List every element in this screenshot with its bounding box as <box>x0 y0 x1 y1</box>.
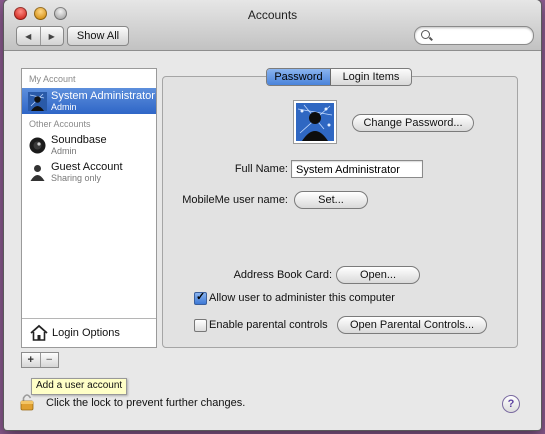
search-icon <box>421 30 430 39</box>
open-parental-controls-button[interactable]: Open Parental Controls... <box>337 316 487 334</box>
forward-button[interactable]: ▶ <box>39 27 64 45</box>
admin-user-icon <box>28 92 47 111</box>
search-field[interactable] <box>414 26 534 45</box>
help-button[interactable]: ? <box>502 395 520 413</box>
full-name-label: Full Name: <box>234 163 288 175</box>
accounts-list: My Account System Administrator Admin Ot… <box>21 68 157 348</box>
remove-account-button[interactable]: − <box>39 353 59 367</box>
other-accounts-heading: Other Accounts <box>29 119 91 129</box>
login-options-label: Login Options <box>52 327 120 339</box>
add-account-button[interactable]: + <box>22 353 40 367</box>
window-title: Accounts <box>247 8 298 22</box>
tab-login-items[interactable]: Login Items <box>331 69 411 85</box>
allow-admin-checkbox[interactable] <box>194 290 207 305</box>
soundbase-icon <box>29 137 46 154</box>
lock-message: Click the lock to prevent further change… <box>46 397 246 409</box>
house-icon <box>30 324 48 341</box>
parental-controls-label: Enable parental controls <box>209 319 328 331</box>
account-name: System Administrator <box>51 90 155 102</box>
back-forward-control: ◀ ▶ <box>16 26 64 46</box>
account-item-soundbase[interactable]: Soundbase Admin <box>22 132 156 158</box>
open-address-book-button[interactable]: Open... <box>336 266 420 284</box>
user-picture[interactable] <box>293 100 337 144</box>
allow-admin-label: Allow user to administer this computer <box>209 292 395 304</box>
mobileme-label: MobileMe user name: <box>182 194 288 206</box>
tab-password[interactable]: Password <box>267 69 331 85</box>
my-account-heading: My Account <box>29 74 76 84</box>
set-mobileme-button[interactable]: Set... <box>294 191 368 209</box>
account-item-system-administrator[interactable]: System Administrator Admin <box>22 88 156 114</box>
add-remove-control: + − <box>21 352 59 368</box>
account-role: Admin <box>51 146 77 156</box>
title-bar: Accounts ◀ ▶ Show All <box>4 0 541 51</box>
change-password-button[interactable]: Change Password... <box>352 114 474 132</box>
user-picture-icon <box>296 103 334 141</box>
back-button[interactable]: ◀ <box>17 27 40 45</box>
guest-user-icon <box>30 165 45 181</box>
account-role: Admin <box>51 102 77 112</box>
full-name-field[interactable] <box>291 160 424 178</box>
add-account-tooltip: Add a user account <box>31 378 128 395</box>
detail-tabs: Password Login Items <box>266 68 412 86</box>
account-item-guest[interactable]: Guest Account Sharing only <box>22 159 156 185</box>
account-name: Guest Account <box>51 161 123 173</box>
show-all-button[interactable]: Show All <box>67 26 129 46</box>
account-role: Sharing only <box>51 173 102 183</box>
account-name: Soundbase <box>51 134 107 146</box>
lock-icon[interactable] <box>20 393 34 411</box>
full-name-input[interactable] <box>294 162 424 178</box>
address-book-label: Address Book Card: <box>233 269 332 281</box>
login-options-item[interactable]: Login Options <box>22 318 156 348</box>
search-input[interactable] <box>433 28 529 43</box>
parental-controls-checkbox[interactable] <box>194 319 207 332</box>
